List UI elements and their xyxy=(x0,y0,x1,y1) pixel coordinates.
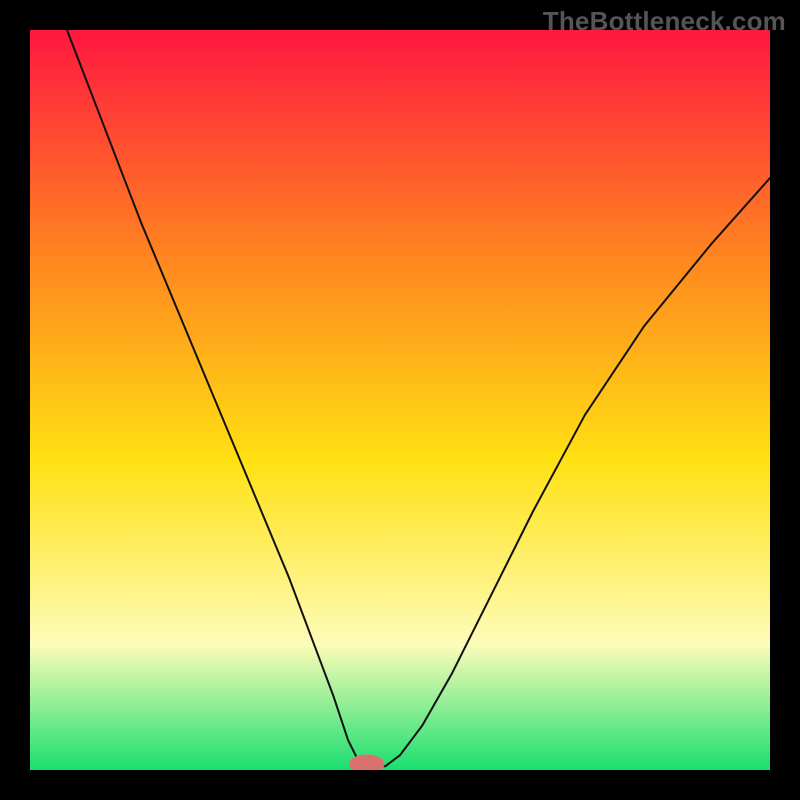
plot-area xyxy=(30,30,770,770)
watermark-text: TheBottleneck.com xyxy=(543,6,786,37)
chart-frame: TheBottleneck.com xyxy=(0,0,800,800)
gradient-background xyxy=(30,30,770,770)
bottleneck-chart xyxy=(30,30,770,770)
